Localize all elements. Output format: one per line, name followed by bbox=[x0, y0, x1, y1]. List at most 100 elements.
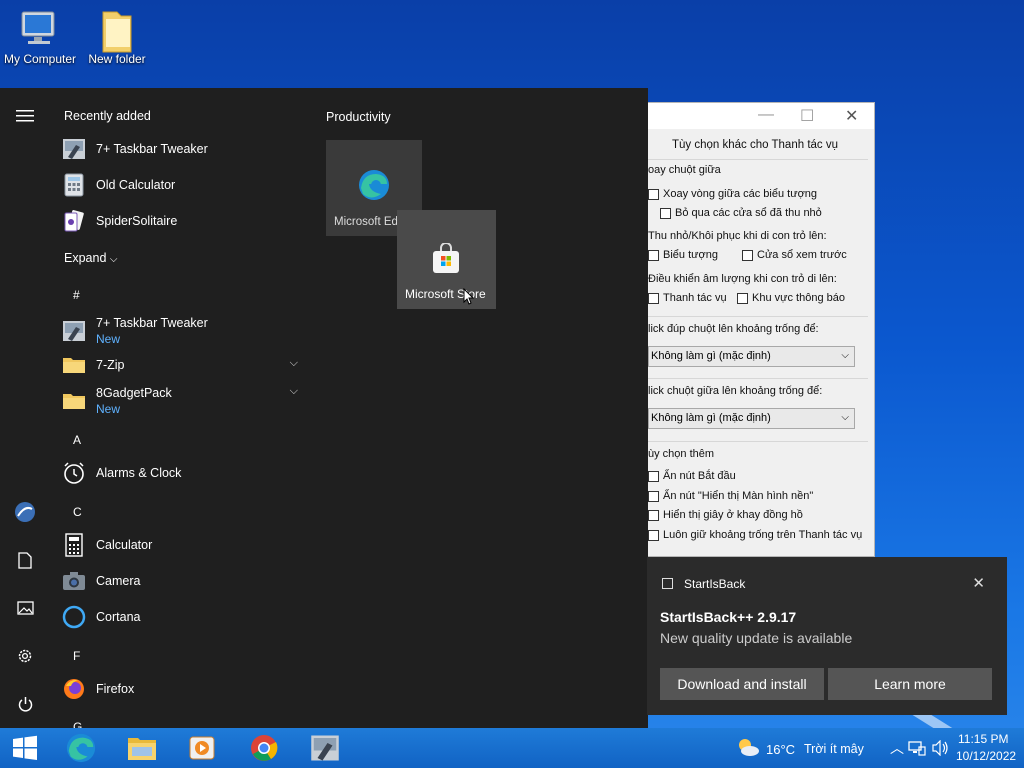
start-menu: Recently added 7+ Taskbar Tweaker Old Ca… bbox=[0, 88, 648, 728]
user-account-button[interactable] bbox=[10, 497, 40, 527]
new-badge: New bbox=[96, 402, 121, 416]
mouse-cursor-icon bbox=[463, 288, 475, 305]
weather-icon[interactable] bbox=[736, 736, 760, 761]
select-double-click-action[interactable]: Không làm gì (mặc định) ⌵ bbox=[648, 346, 855, 367]
checkbox-box[interactable] bbox=[648, 470, 659, 482]
new-badge: New bbox=[96, 332, 121, 346]
edge-icon bbox=[359, 170, 389, 200]
picture-icon bbox=[16, 601, 34, 615]
app-list: Recently added 7+ Taskbar Tweaker Old Ca… bbox=[50, 88, 306, 728]
section-header[interactable]: C bbox=[73, 505, 82, 519]
expand-button[interactable]: Expand ⌵ bbox=[64, 251, 117, 265]
start-rail bbox=[0, 88, 50, 728]
taskbar-7-taskbar-tweaker-button[interactable] bbox=[300, 728, 350, 768]
chevron-down-icon[interactable]: ⌵ bbox=[290, 357, 298, 370]
list-item-8gadgetpack[interactable]: 8GadgetPack New ⌵ bbox=[62, 380, 302, 422]
show-hidden-icons-chevron-up-icon[interactable]: ︿ bbox=[890, 738, 904, 758]
firefox-icon bbox=[62, 677, 86, 701]
app-name: 7+ Taskbar Tweaker bbox=[96, 316, 208, 330]
desktop-icon-label: New folder bbox=[88, 52, 146, 66]
taskbar-settings-dialog: — ☐ ✕ Tùy chọn khác cho Thanh tác vụ oay… bbox=[647, 102, 875, 557]
close-icon[interactable]: ✕ bbox=[845, 106, 858, 126]
desktop-icon-my-computer[interactable]: My Computer bbox=[0, 6, 80, 66]
maximize-icon[interactable]: ☐ bbox=[800, 106, 814, 126]
section-header[interactable]: G bbox=[73, 720, 82, 728]
chevron-down-icon[interactable]: ⌵ bbox=[290, 385, 298, 398]
desktop-icon-new-folder[interactable]: New folder bbox=[77, 6, 157, 66]
clock-date[interactable]: 10/12/2022 bbox=[956, 749, 1016, 763]
list-item-camera[interactable]: Camera bbox=[62, 564, 302, 598]
list-item-recent-7-taskbar-tweaker[interactable]: 7+ Taskbar Tweaker bbox=[62, 132, 302, 166]
list-item-firefox[interactable]: Firefox bbox=[62, 672, 302, 706]
taskbar-file-explorer-button[interactable] bbox=[117, 728, 167, 768]
tile-group-title[interactable]: Productivity bbox=[326, 110, 391, 124]
power-icon bbox=[18, 696, 32, 712]
list-item-calculator[interactable]: Calculator bbox=[62, 528, 302, 562]
checkbox-box[interactable] bbox=[742, 249, 753, 261]
spider-solitaire-icon bbox=[62, 209, 86, 233]
clock-time[interactable]: 11:15 PM bbox=[958, 732, 1008, 746]
checkbox-taskbar[interactable]: Thanh tác vụ bbox=[648, 292, 727, 304]
checkbox-box[interactable] bbox=[648, 292, 659, 304]
start-button[interactable] bbox=[0, 728, 50, 768]
network-icon[interactable] bbox=[908, 740, 926, 759]
learn-more-button[interactable]: Learn more bbox=[828, 668, 992, 700]
checkbox-icons[interactable]: Biểu tượng bbox=[648, 249, 718, 261]
calculator-icon bbox=[62, 533, 86, 557]
expand-label: Expand bbox=[64, 251, 107, 265]
group-label-middle-click: lick chuột giữa lên khoảng trống để: bbox=[648, 385, 823, 397]
checkbox-label: Ẩn nút Bắt đầu bbox=[663, 470, 736, 482]
taskbar-media-player-button[interactable] bbox=[177, 728, 227, 768]
checkbox-label: Cửa sổ xem trước bbox=[757, 249, 847, 261]
settings-button[interactable] bbox=[10, 641, 40, 671]
chevron-down-icon: ⌵ bbox=[841, 350, 849, 361]
checkbox-box[interactable] bbox=[648, 509, 659, 521]
notification-body: New quality update is available bbox=[660, 630, 853, 646]
tile-microsoft-store[interactable]: Microsoft Store bbox=[397, 210, 496, 309]
list-item-alarms-clock[interactable]: Alarms & Clock bbox=[62, 456, 302, 490]
tweaker-app-icon bbox=[311, 735, 339, 761]
list-item-7-zip[interactable]: 7-Zip ⌵ bbox=[62, 348, 302, 382]
hamburger-menu-button[interactable] bbox=[10, 101, 40, 131]
list-item-7-taskbar-tweaker[interactable]: 7+ Taskbar Tweaker New bbox=[62, 312, 302, 350]
checkbox-cycle-icons[interactable]: Xoay vòng giữa các biểu tượng bbox=[648, 188, 817, 200]
taskbar-chrome-button[interactable] bbox=[239, 728, 289, 768]
list-item-recent-spider-solitaire[interactable]: SpiderSolitaire bbox=[62, 204, 302, 238]
weather-temperature[interactable]: 16°C bbox=[766, 742, 795, 757]
close-icon[interactable]: ✕ bbox=[972, 574, 985, 592]
gear-icon bbox=[18, 649, 32, 663]
checkbox-show-seconds[interactable]: Hiển thị giây ở khay đồng hồ bbox=[648, 509, 803, 521]
pictures-button[interactable] bbox=[10, 593, 40, 623]
folder-icon bbox=[62, 353, 86, 377]
checkbox-box[interactable] bbox=[648, 249, 659, 261]
taskbar-edge-button[interactable] bbox=[56, 728, 106, 768]
select-middle-click-action[interactable]: Không làm gì (mặc định) ⌵ bbox=[648, 408, 855, 429]
power-button[interactable] bbox=[10, 689, 40, 719]
checkbox-box[interactable] bbox=[648, 529, 659, 541]
documents-button[interactable] bbox=[10, 545, 40, 575]
checkbox-hide-show-desktop[interactable]: Ẩn nút "Hiển thị Màn hình nền" bbox=[648, 490, 813, 502]
checkbox-box[interactable] bbox=[648, 188, 659, 200]
minimize-icon[interactable]: — bbox=[758, 106, 774, 124]
checkbox-notify-area[interactable]: Khu vực thông báo bbox=[737, 292, 845, 304]
weather-condition[interactable]: Trời ít mây bbox=[804, 742, 864, 756]
volume-icon[interactable] bbox=[932, 739, 950, 759]
section-header[interactable]: # bbox=[73, 288, 80, 302]
checkbox-hide-start[interactable]: Ẩn nút Bắt đầu bbox=[648, 470, 736, 482]
divider bbox=[648, 441, 868, 442]
app-name: 8GadgetPack bbox=[96, 386, 172, 400]
taskbar: 16°C Trời ít mây ︿ 11:15 PM 10/12/2022 bbox=[0, 728, 1024, 768]
list-item-cortana[interactable]: Cortana bbox=[62, 600, 302, 634]
calculator-app-icon bbox=[62, 173, 86, 197]
section-header[interactable]: F bbox=[73, 649, 80, 663]
section-header[interactable]: A bbox=[73, 433, 81, 447]
checkbox-skip-minimized[interactable]: Bỏ qua các cửa sổ đã thu nhỏ bbox=[660, 207, 822, 219]
checkbox-keep-space[interactable]: Luôn giữ khoảng trống trên Thanh tác vụ bbox=[648, 529, 862, 541]
list-item-recent-old-calculator[interactable]: Old Calculator bbox=[62, 168, 302, 202]
download-and-install-button[interactable]: Download and install bbox=[660, 668, 824, 700]
checkbox-box[interactable] bbox=[737, 292, 748, 304]
checkbox-box[interactable] bbox=[660, 207, 671, 219]
checkbox-preview-window[interactable]: Cửa sổ xem trước bbox=[742, 249, 847, 261]
checkbox-box[interactable] bbox=[648, 490, 659, 502]
chevron-down-icon: ⌵ bbox=[841, 412, 849, 423]
